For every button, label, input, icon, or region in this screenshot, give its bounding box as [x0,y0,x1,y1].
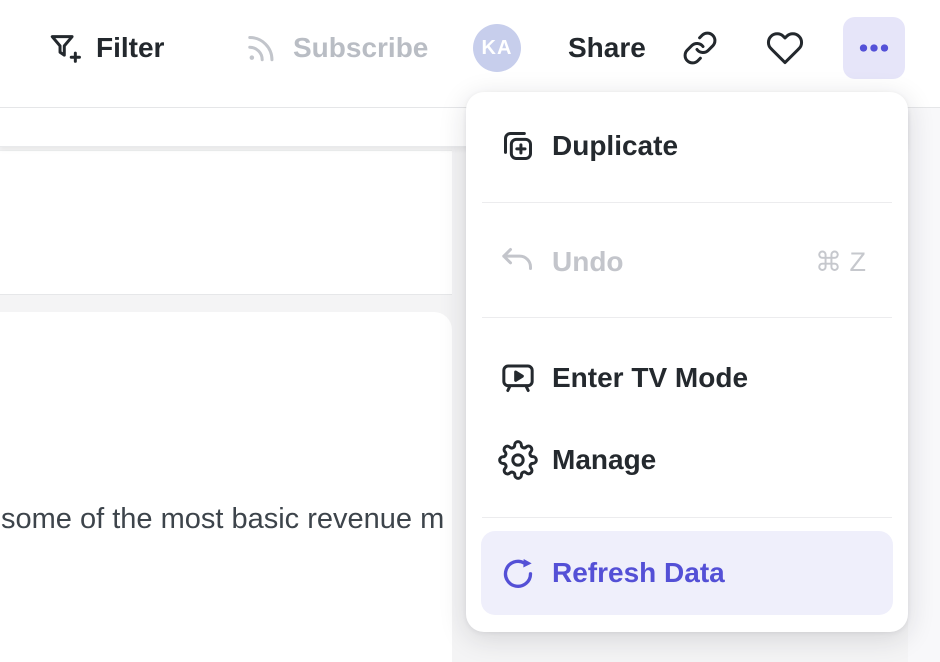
menu-item-duplicate[interactable]: Duplicate [466,118,908,174]
copy-link-button[interactable] [676,24,724,72]
undo-icon [498,242,538,282]
more-options-button[interactable] [843,17,905,79]
menu-divider [482,202,892,203]
avatar[interactable]: KA [473,24,521,72]
subscribe-label: Subscribe [293,32,428,64]
refresh-icon [498,553,538,593]
undo-shortcut: ⌘ Z [815,247,866,278]
filter-button[interactable]: Filter [48,16,164,80]
menu-item-label: Enter TV Mode [552,362,748,394]
avatar-initials: KA [482,37,513,60]
dashboard-card [0,150,452,295]
share-button[interactable]: Share [568,16,646,80]
menu-divider [482,517,892,518]
filter-label: Filter [96,32,164,64]
menu-item-manage[interactable]: Manage [466,432,908,488]
more-options-menu: Duplicate Undo ⌘ Z Enter TV Mode [466,92,908,632]
text-card [0,312,452,662]
text-card-paragraph: some of the most basic revenue m [1,503,444,536]
share-label: Share [568,32,646,64]
menu-item-enter-tv-mode[interactable]: Enter TV Mode [466,350,908,406]
heart-icon [766,29,804,67]
tv-icon [498,358,538,398]
favorite-button[interactable] [761,24,809,72]
menu-item-label: Refresh Data [552,557,725,589]
menu-item-label: Undo [552,246,624,278]
ellipsis-icon [857,31,891,65]
subscribe-button[interactable]: Subscribe [243,16,428,80]
menu-item-label: Manage [552,444,656,476]
rss-icon [243,30,279,66]
page-gutter [908,108,940,662]
menu-item-label: Duplicate [552,130,678,162]
gear-icon [498,440,538,480]
menu-item-refresh-data[interactable]: Refresh Data [481,531,893,615]
menu-item-undo[interactable]: Undo ⌘ Z [466,234,908,290]
duplicate-icon [498,126,538,166]
link-icon [682,30,718,66]
dashboard-screen: Filter Subscribe KA Share [0,0,940,662]
filter-plus-icon [48,31,82,65]
menu-divider [482,317,892,318]
